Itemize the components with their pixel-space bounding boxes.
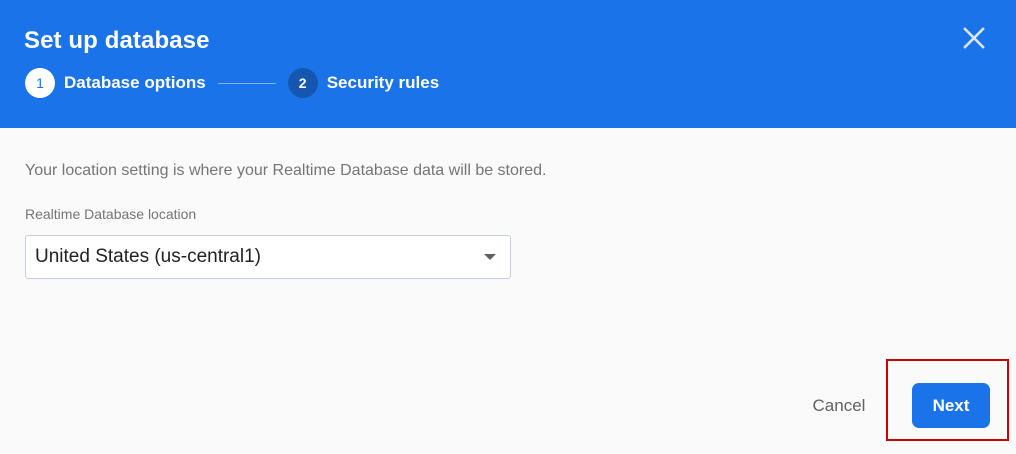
location-field-label: Realtime Database location <box>25 206 197 222</box>
step-security-rules: 2 Security rules <box>287 68 440 98</box>
step-database-options: 1 Database options <box>25 68 206 98</box>
setup-database-dialog: Set up database 1 Database options 2 Sec… <box>0 0 1016 454</box>
dialog-body: Your location setting is where your Real… <box>25 160 991 279</box>
dialog-header: Set up database 1 Database options 2 Sec… <box>0 0 1016 128</box>
step-number-circle: 2 <box>287 68 318 98</box>
dropdown-arrow-icon <box>484 254 496 260</box>
step-number-circle: 1 <box>25 68 55 98</box>
step-label: Database options <box>64 73 206 92</box>
stepper: 1 Database options 2 Security rules <box>25 68 439 98</box>
location-select-value: United States (us-central1) <box>35 246 261 267</box>
close-button[interactable] <box>962 26 986 50</box>
cancel-button[interactable]: Cancel <box>796 388 882 424</box>
step-label: Security rules <box>326 73 440 92</box>
close-icon <box>963 27 985 49</box>
location-select[interactable]: United States (us-central1) <box>25 235 511 279</box>
next-button[interactable]: Next <box>912 383 990 428</box>
step-connector <box>217 82 276 84</box>
location-description: Your location setting is where your Real… <box>25 162 547 179</box>
dialog-title: Set up database <box>24 27 210 54</box>
